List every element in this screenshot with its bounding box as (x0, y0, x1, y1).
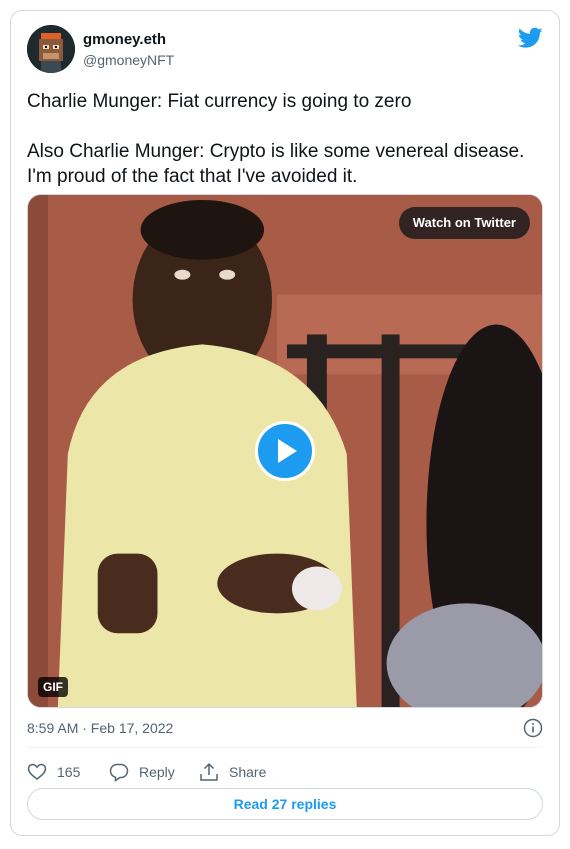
share-icon (200, 762, 218, 781)
twitter-bird-icon[interactable] (518, 27, 543, 49)
divider (27, 747, 543, 748)
user-handle[interactable]: @gmoneyNFT (83, 51, 174, 69)
display-name[interactable]: gmoney.eth (83, 31, 174, 49)
play-icon (278, 439, 297, 463)
info-icon[interactable] (523, 718, 543, 738)
tweet-text: Charlie Munger: Fiat currency is going t… (27, 91, 525, 187)
heart-icon (27, 763, 47, 780)
avatar[interactable] (27, 25, 75, 73)
share-button[interactable]: Share (199, 757, 266, 787)
action-bar: 165 Reply Share (27, 757, 543, 787)
tweet-card: gmoney.eth @gmoneyNFT Charlie Munger: Fi… (10, 10, 560, 836)
gif-badge: GIF (38, 677, 68, 697)
tweet-header: gmoney.eth @gmoneyNFT (27, 25, 543, 75)
reply-button[interactable]: Reply (109, 757, 175, 787)
author-names: gmoney.eth @gmoneyNFT (83, 31, 174, 69)
read-replies-button[interactable]: Read 27 replies (27, 788, 543, 820)
tweet-meta: 8:59 AM · Feb 17, 2022 (27, 717, 543, 739)
reply-label: Reply (139, 764, 175, 780)
share-label: Share (229, 764, 267, 780)
watch-on-twitter-button[interactable]: Watch on Twitter (398, 207, 530, 239)
timestamp[interactable]: 8:59 AM · Feb 17, 2022 (27, 720, 173, 736)
like-button[interactable]: 165 (27, 757, 80, 787)
gif-media[interactable]: Watch on Twitter GIF (27, 194, 543, 708)
play-button[interactable] (255, 421, 315, 481)
reply-icon (109, 763, 129, 782)
like-count: 165 (57, 764, 81, 780)
